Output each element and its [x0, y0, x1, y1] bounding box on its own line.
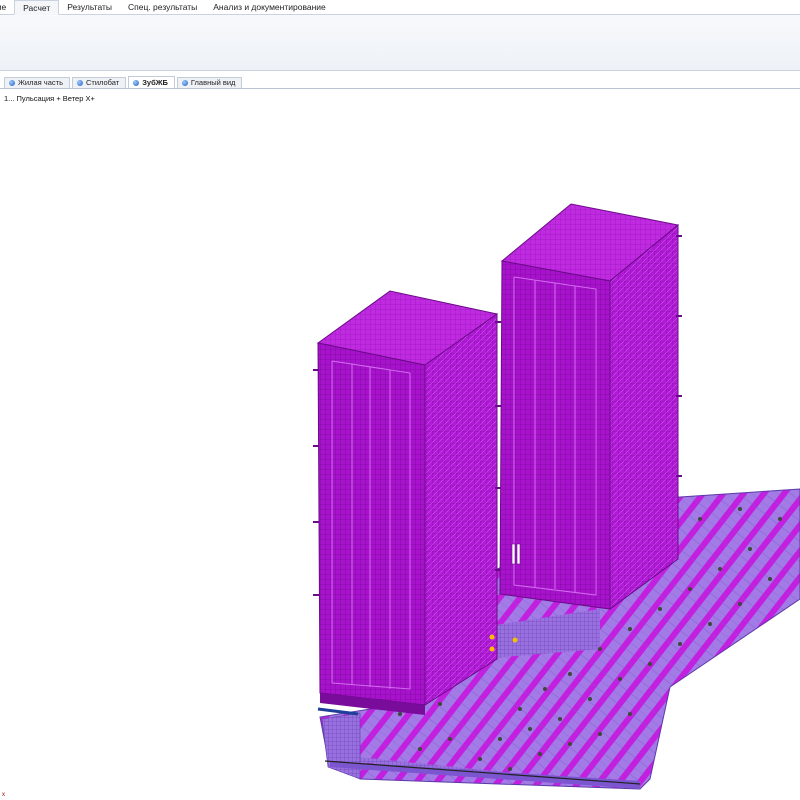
- ribbon-tab-results[interactable]: Результаты: [59, 0, 120, 14]
- right-tower: [499, 203, 682, 610]
- doc-tab-label: Стилобат: [85, 78, 120, 87]
- document-tab-bar: Жилая часть Стилобат ЗубЖБ Главный вид: [0, 76, 800, 89]
- model-icon: [9, 80, 15, 86]
- doc-tab-living-part[interactable]: Жилая часть: [4, 77, 70, 88]
- model-icon: [133, 79, 140, 86]
- doc-tab-label: ЗубЖБ: [142, 77, 168, 87]
- left-tower: [313, 290, 501, 716]
- model-viewport[interactable]: 1... Пульсация + Ветер X+ x: [0, 89, 800, 800]
- doc-tab-stylobate[interactable]: Стилобат: [71, 77, 127, 88]
- doc-tab-main-view[interactable]: Главный вид: [176, 77, 243, 88]
- ribbon-tab-calculation[interactable]: Расчет: [14, 0, 60, 15]
- doc-tab-label: Жилая часть: [18, 78, 63, 87]
- ribbon-panel: [0, 15, 800, 71]
- ribbon-tab-special-results[interactable]: Спец. результаты: [120, 0, 205, 14]
- axis-indicator: x: [2, 792, 5, 798]
- doc-tab-label: Главный вид: [190, 78, 236, 87]
- ribbon-tab-bar: ние Расчет Результаты Спец. результаты А…: [0, 0, 800, 15]
- structural-model-3d[interactable]: [0, 89, 800, 800]
- doc-tab-zubzhb[interactable]: ЗубЖБ: [128, 76, 175, 88]
- model-icon: [76, 80, 83, 86]
- ribbon-tab-analysis[interactable]: Анализ и документирование: [205, 0, 334, 14]
- ribbon-tab-partial[interactable]: ние: [0, 0, 14, 14]
- model-icon: [181, 80, 188, 86]
